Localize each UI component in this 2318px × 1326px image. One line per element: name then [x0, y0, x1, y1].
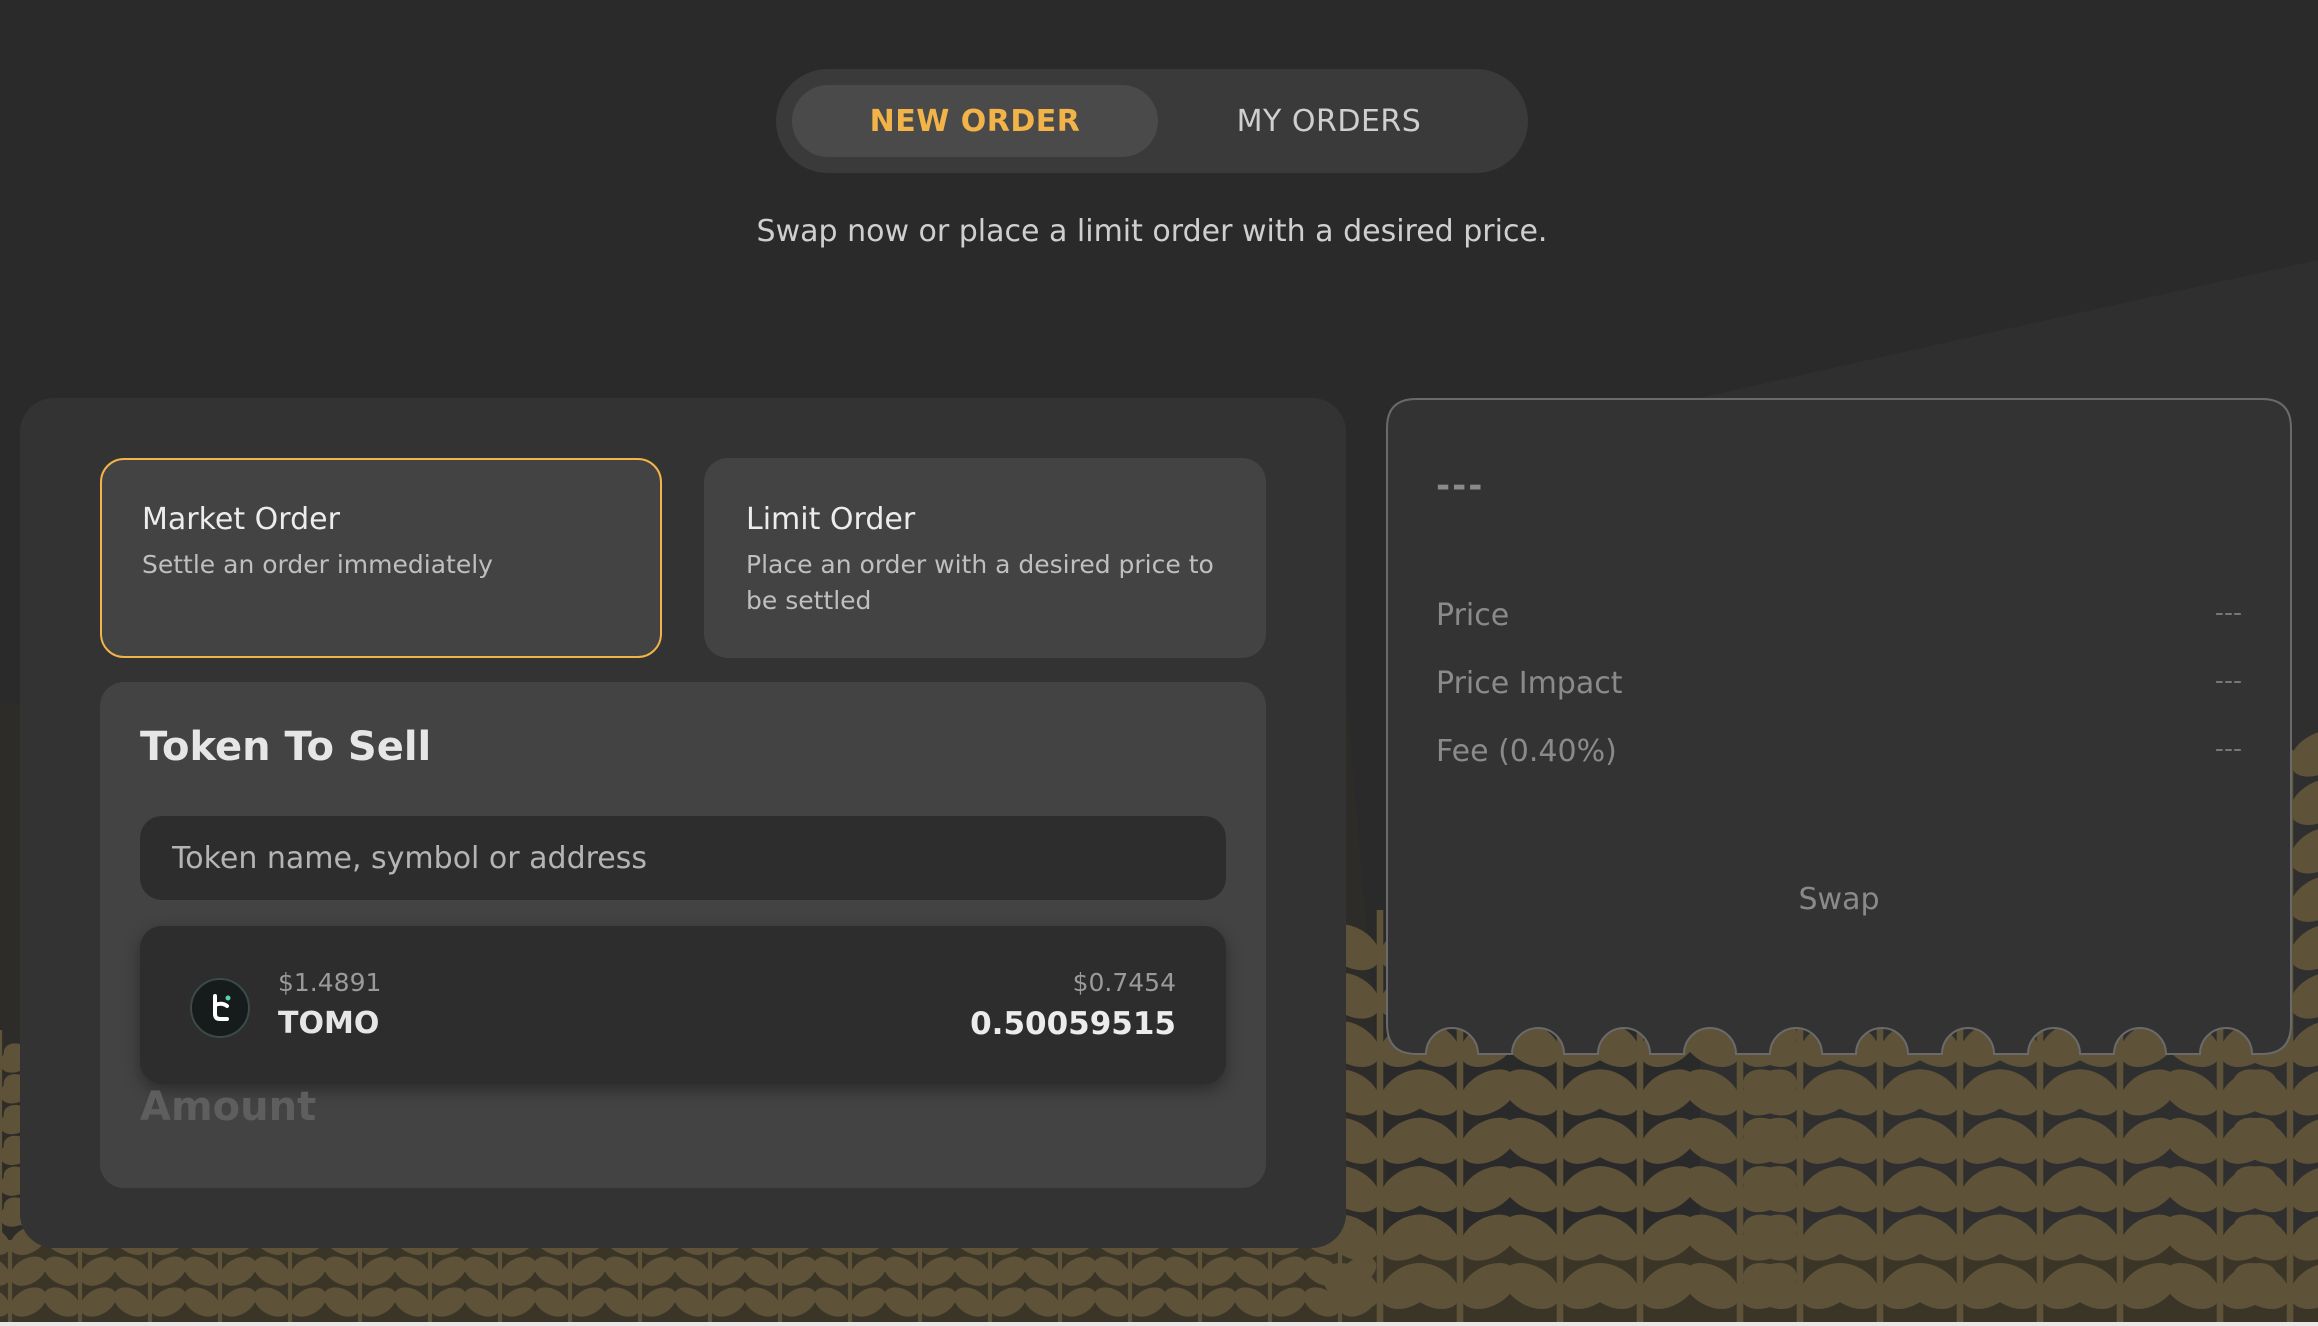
order-summary-card: --- Price --- Price Impact --- Fee (0.40…	[1386, 398, 2292, 1056]
price-impact-label: Price Impact	[1436, 666, 1623, 701]
price-label: Price	[1436, 598, 1510, 633]
token-to-sell-title: Token To Sell	[140, 724, 432, 770]
tab-new-order[interactable]: NEW ORDER	[792, 85, 1158, 157]
limit-order-desc: Place an order with a desired price to b…	[746, 550, 1214, 615]
price-impact-row: Price Impact ---	[1436, 666, 2242, 706]
token-to-sell-panel: Token To Sell $1.4891 TOMO $0.7454 0.500…	[100, 682, 1266, 1188]
market-order-option[interactable]: Market Order Settle an order immediately	[100, 458, 662, 658]
swap-button[interactable]: Swap	[1386, 882, 2292, 917]
fee-label: Fee (0.40%)	[1436, 734, 1617, 769]
token-list-item[interactable]: $1.4891 TOMO $0.7454 0.50059515	[140, 926, 1226, 1084]
token-balance: 0.50059515	[970, 1006, 1176, 1042]
order-tabs: NEW ORDER MY ORDERS	[776, 69, 1528, 173]
token-symbol: TOMO	[278, 1006, 380, 1041]
limit-order-option[interactable]: Limit Order Place an order with a desire…	[704, 458, 1266, 658]
token-search-input[interactable]	[140, 816, 1226, 900]
route-display: ---	[1436, 466, 1485, 506]
amount-label: Amount	[140, 1084, 317, 1130]
price-value: ---	[2214, 598, 2242, 627]
token-price: $1.4891	[278, 968, 382, 997]
limit-order-title: Limit Order	[746, 502, 916, 537]
page-subtitle: Swap now or place a limit order with a d…	[756, 214, 1548, 249]
ticket-shape	[1386, 398, 2292, 1055]
tomo-logo-icon	[190, 978, 250, 1038]
market-order-desc: Settle an order immediately	[142, 550, 493, 579]
fee-value: ---	[2214, 734, 2242, 763]
price-impact-value: ---	[2214, 666, 2242, 695]
price-row: Price ---	[1436, 598, 2242, 638]
order-form-card: Market Order Settle an order immediately…	[20, 398, 1346, 1248]
token-usd-value: $0.7454	[1072, 968, 1176, 997]
tab-my-orders[interactable]: MY ORDERS	[1146, 85, 1512, 157]
market-order-title: Market Order	[142, 502, 340, 537]
fee-row: Fee (0.40%) ---	[1436, 734, 2242, 774]
page: NEW ORDER MY ORDERS Swap now or place a …	[0, 0, 2318, 1326]
